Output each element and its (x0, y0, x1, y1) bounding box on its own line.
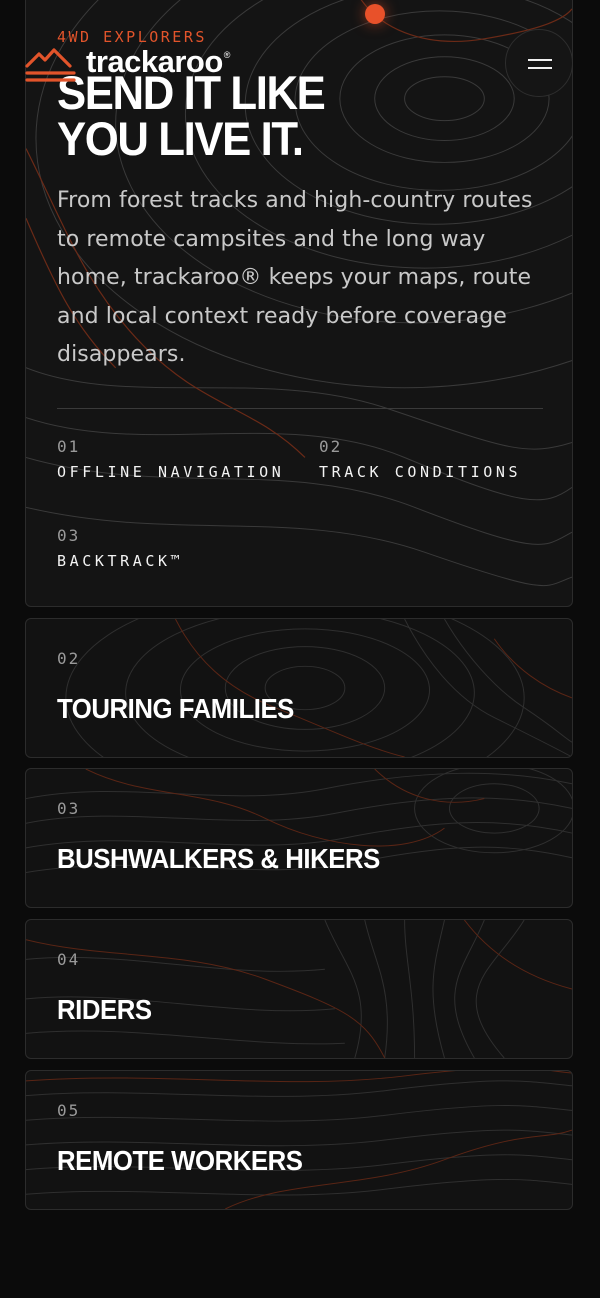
audience-title: BUSHWALKERS & HIKERS (57, 843, 380, 874)
feature-number: 01 (57, 437, 81, 456)
topographic-background (65, 619, 572, 757)
audience-card-bushwalkers-hikers[interactable]: 03 BUSHWALKERS & HIKERS (25, 768, 573, 908)
mountain-logo-icon (25, 48, 76, 82)
brand-logo[interactable]: trackaroo ® (24, 44, 230, 84)
feature-number: 03 (57, 526, 81, 545)
headline-line-2: YOU LIVE IT. (57, 112, 304, 165)
feature-number: 02 (319, 437, 343, 456)
menu-button[interactable] (505, 29, 573, 97)
divider (57, 408, 543, 409)
feature-backtrack: 03 BACKTRACK™ (57, 526, 183, 570)
hero-intro: From forest tracks and high-country rout… (57, 188, 533, 367)
feature-label: TRACK CONDITIONS (319, 463, 522, 481)
topographic-background (26, 920, 572, 1058)
page: 4WD EXPLORERS trackaroo ® SEND IT LIKE Y… (0, 0, 600, 1298)
audience-number: 02 (57, 649, 81, 668)
hamburger-icon (528, 59, 552, 61)
hamburger-icon (528, 67, 552, 69)
audience-number: 04 (57, 950, 81, 969)
feature-label: BACKTRACK™ (57, 552, 184, 570)
feature-label: OFFLINE NAVIGATION (57, 463, 285, 481)
topographic-background (26, 1071, 572, 1209)
feature-offline-navigation: 01 OFFLINE NAVIGATION (57, 437, 284, 481)
audience-number: 05 (57, 1101, 81, 1120)
registered-mark: ® (223, 50, 231, 60)
feature-track-conditions: 02 TRACK CONDITIONS (319, 437, 521, 481)
audience-number: 03 (57, 799, 81, 818)
brand-name: trackaroo (86, 44, 223, 79)
audience-card-touring-families[interactable]: 02 TOURING FAMILIES (25, 618, 573, 758)
audience-card-riders[interactable]: 04 RIDERS (25, 919, 573, 1059)
audience-title: REMOTE WORKERS (57, 1145, 303, 1176)
audience-title: RIDERS (57, 994, 152, 1025)
audience-card-remote-workers[interactable]: 05 REMOTE WORKERS (25, 1070, 573, 1210)
audience-title: TOURING FAMILIES (57, 693, 294, 724)
location-dot-icon (365, 4, 385, 24)
topographic-background (26, 769, 572, 873)
